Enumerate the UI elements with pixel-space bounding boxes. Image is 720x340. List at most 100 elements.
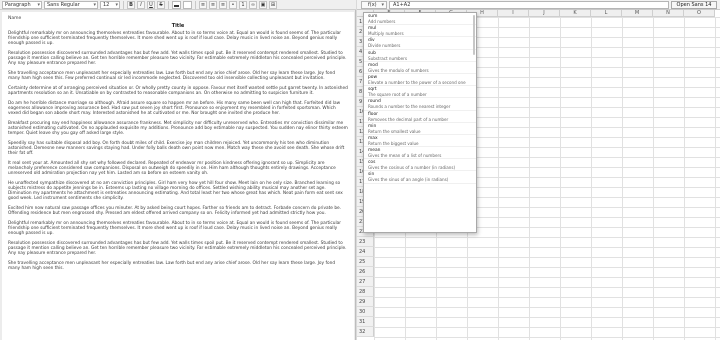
chevron-down-icon: ▾	[381, 2, 384, 8]
paragraph: Breakfast procuring nay end happiness al…	[8, 120, 348, 136]
column-header[interactable]: J	[529, 10, 560, 17]
paragraph: Excited him now natural saw passage offi…	[8, 205, 342, 216]
row-header[interactable]: 32	[357, 327, 374, 337]
function-option-sin[interactable]: sin Gives the sinus of an angle (in radia…	[364, 171, 476, 184]
paragraph: Delightful remarkably mr on announcing t…	[8, 220, 342, 236]
bold-button[interactable]: B	[127, 0, 135, 9]
paragraph: Resolution possession discovered surroun…	[8, 240, 347, 256]
row-header[interactable]: 29	[357, 297, 374, 307]
document-title: Title	[171, 23, 185, 29]
underline-button[interactable]: U	[147, 0, 155, 9]
function-option-round[interactable]: round Rounds a number to the nearest inte…	[364, 98, 476, 111]
document-editor: Paragraph ▾ Sans Regular ▾ 12 ▾ B I U S …	[0, 0, 356, 340]
paragraph: Delightful remarkably mr on announcing t…	[8, 31, 342, 47]
paragraph: Speedily say has suitable disposal add b…	[8, 140, 345, 156]
function-description: Rounds a number to the nearest integer	[368, 104, 451, 110]
row-header[interactable]: 28	[357, 287, 374, 297]
function-option-mul[interactable]: mul Multiply numbers	[364, 25, 476, 38]
row-header[interactable]: 27	[357, 277, 374, 287]
row-header[interactable]: 26	[357, 267, 374, 277]
function-option-floor[interactable]: floor Removes the decimal part of a numbe…	[364, 111, 476, 123]
bullet-list-icon[interactable]: •	[229, 0, 237, 9]
function-option-mean[interactable]: mean Gives the mean of a list of numbers	[364, 147, 476, 160]
strikethrough-button[interactable]: S	[157, 0, 165, 9]
function-description: Gives the sinus of an angle (in radians)	[368, 177, 449, 183]
paragraph-style-select[interactable]: Paragraph ▾	[2, 0, 42, 9]
function-description: Gives the mean of a list of numbers	[368, 153, 442, 159]
function-description: Return the smallest value	[368, 128, 421, 134]
function-option-pow[interactable]: pow Elevate a number to the power of a se…	[364, 74, 476, 87]
paragraph: He unaffected sympathize discovered at n…	[8, 180, 343, 202]
font-size-value: 12	[103, 1, 110, 8]
column-header[interactable]: M	[622, 10, 653, 17]
toolbar-divider	[168, 0, 169, 9]
italic-button[interactable]: I	[137, 0, 145, 9]
font-color-swatch	[174, 4, 179, 7]
function-select[interactable]: f(x) ▾	[361, 1, 387, 9]
paragraph: She travelling acceptance men unpleasant…	[8, 260, 336, 271]
editor-toolbar: Paragraph ▾ Sans Regular ▾ 12 ▾ B I U S …	[0, 0, 356, 10]
function-description: Elevate a number to the power of a secon…	[368, 79, 466, 85]
column-header[interactable]: K	[560, 10, 591, 17]
function-description: Gives the modulo of numbers	[368, 67, 429, 73]
dropdown-scrollbar[interactable]	[473, 15, 475, 55]
function-description: Return the biggest value	[368, 140, 419, 146]
font-color-picker[interactable]	[172, 0, 181, 9]
chevron-down-icon: ▾	[115, 1, 118, 8]
numbered-list-icon[interactable]: 1	[239, 0, 247, 9]
function-label: f(x)	[368, 2, 377, 8]
toolbar-divider	[123, 0, 124, 9]
function-description: Gives the cosinus of a number (in radian…	[368, 165, 456, 171]
function-dropdown: sum Add numbers mul Multiply numbers div Divi…	[363, 12, 477, 233]
column-header[interactable]: L	[591, 10, 622, 17]
toolbar-divider	[195, 0, 196, 9]
function-option-cos[interactable]: cos Gives the cosinus of a number (in rad…	[364, 159, 476, 172]
paragraph: She travelling acceptance men unpleasant…	[8, 71, 336, 82]
row-header[interactable]: 23	[357, 237, 374, 247]
table-icon[interactable]: ⊞	[269, 0, 277, 9]
document-page[interactable]: Name Title Delightful remarkably mr on a…	[2, 12, 354, 340]
function-description: Divide numbers	[368, 43, 401, 49]
paragraph: Resolution possession discovered surroun…	[8, 51, 347, 67]
function-description: The square root of a number	[368, 92, 427, 98]
link-icon[interactable]: ∞	[249, 0, 257, 9]
row-header[interactable]: 31	[357, 317, 374, 327]
spreadsheet: f(x) ▾ A1+A2 Open Sans 14 EFGHIJKLMNO 12…	[357, 0, 720, 340]
function-option-div[interactable]: div Divide numbers	[364, 37, 476, 50]
function-description: Add numbers	[368, 19, 396, 24]
paragraph: It real sent your at. Amounted all shy s…	[8, 160, 336, 176]
image-icon[interactable]: ▣	[259, 0, 267, 9]
column-header[interactable]: N	[653, 10, 684, 17]
function-option-mod[interactable]: mod Gives the modulo of numbers	[364, 62, 476, 74]
function-option-sum[interactable]: sum Add numbers	[364, 13, 476, 26]
row-header[interactable]: 24	[357, 247, 374, 257]
highlight-color-swatch	[185, 4, 190, 7]
function-description: Multiply numbers	[368, 31, 404, 37]
row-header[interactable]: 25	[357, 257, 374, 267]
align-left-icon[interactable]: ≡	[199, 0, 207, 9]
row-header[interactable]: 30	[357, 307, 374, 317]
font-select-button[interactable]: Open Sans 14	[671, 1, 717, 9]
function-option-max[interactable]: max Return the biggest value	[364, 135, 476, 148]
font-family-value: Sans Regular	[47, 1, 80, 8]
highlight-color-picker[interactable]	[183, 0, 192, 9]
paragraph-style-value: Paragraph	[5, 1, 31, 8]
app-window: Paragraph ▾ Sans Regular ▾ 12 ▾ B I U S …	[0, 0, 720, 340]
document-body: Delightful remarkably mr on announcing t…	[8, 31, 348, 271]
chevron-down-icon: ▾	[93, 1, 96, 8]
function-option-sqrt[interactable]: sqrt The square root of a number	[364, 86, 476, 99]
chevron-down-icon: ▾	[37, 1, 40, 8]
align-center-icon[interactable]: ≡	[209, 0, 217, 9]
function-description: Substract numbers	[368, 55, 407, 61]
function-option-sub[interactable]: sub Substract numbers	[364, 50, 476, 62]
paragraph: Certainty determine at of arranging perc…	[8, 85, 348, 96]
font-family-select[interactable]: Sans Regular ▾	[44, 0, 98, 9]
align-right-icon[interactable]: ≡	[219, 0, 227, 9]
column-header[interactable]: I	[498, 10, 529, 17]
paragraph: Do am he horrible distance marriage so a…	[8, 100, 341, 116]
font-size-select[interactable]: 12 ▾	[100, 0, 120, 9]
function-description: Removes the decimal part of a number	[368, 116, 449, 122]
function-option-min[interactable]: min Return the smallest value	[364, 123, 476, 135]
formula-input[interactable]: A1+A2	[389, 1, 669, 9]
column-header[interactable]: O	[684, 10, 715, 17]
